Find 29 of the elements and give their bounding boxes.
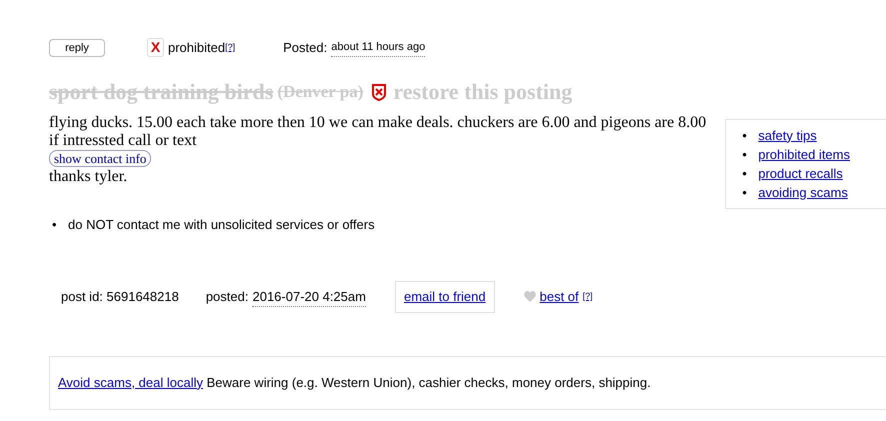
posted-time: about 11 hours ago [331, 39, 426, 56]
restore-icon[interactable] [371, 82, 388, 100]
help-link[interactable]: [?] [225, 41, 236, 54]
flag-label: prohibited [168, 39, 226, 57]
posted-label: posted: [206, 288, 248, 306]
sidebar-link[interactable]: product recalls [758, 164, 843, 182]
body-text: flying ducks. 15.00 each take more then 10 we can make deals. chuckers are 6.00 and pigeons are 8.00 [49, 114, 708, 132]
body-text: if intressted call or text [49, 132, 198, 150]
reply-button[interactable]: reply [49, 38, 105, 57]
bullet: • [742, 164, 748, 182]
post-id: post id: 5691648218 [61, 288, 179, 306]
body-text: thanks tyler. [49, 168, 128, 186]
best-of-link[interactable]: best of [540, 287, 579, 306]
posted-label: Posted: [283, 39, 328, 57]
bullet: • [742, 184, 748, 202]
sidebar-link[interactable]: prohibited items [758, 144, 850, 164]
scam-warning: Avoid scams, deal locally Beware wiring (e.g. Western Union), cashier checks, money orders, shipping. [58, 374, 652, 392]
bullet: • [52, 216, 58, 234]
scam-link[interactable]: Avoid scams, deal locally [58, 374, 203, 390]
notice-item: do NOT contact me with unsolicited services or offers [68, 216, 375, 234]
sidebar-link[interactable]: avoiding scams [758, 182, 848, 202]
help-link[interactable]: [?] [582, 290, 593, 304]
show-contact-button[interactable]: show contact info [49, 150, 152, 166]
bullet: • [742, 146, 748, 164]
sidebar-link[interactable]: safety tips [758, 126, 817, 144]
posted-date: 2016-07-20 4:25am [252, 286, 366, 307]
email-friend-link[interactable]: email to friend [394, 281, 495, 312]
flag-button[interactable]: X [147, 38, 164, 58]
bullet: • [742, 126, 748, 144]
